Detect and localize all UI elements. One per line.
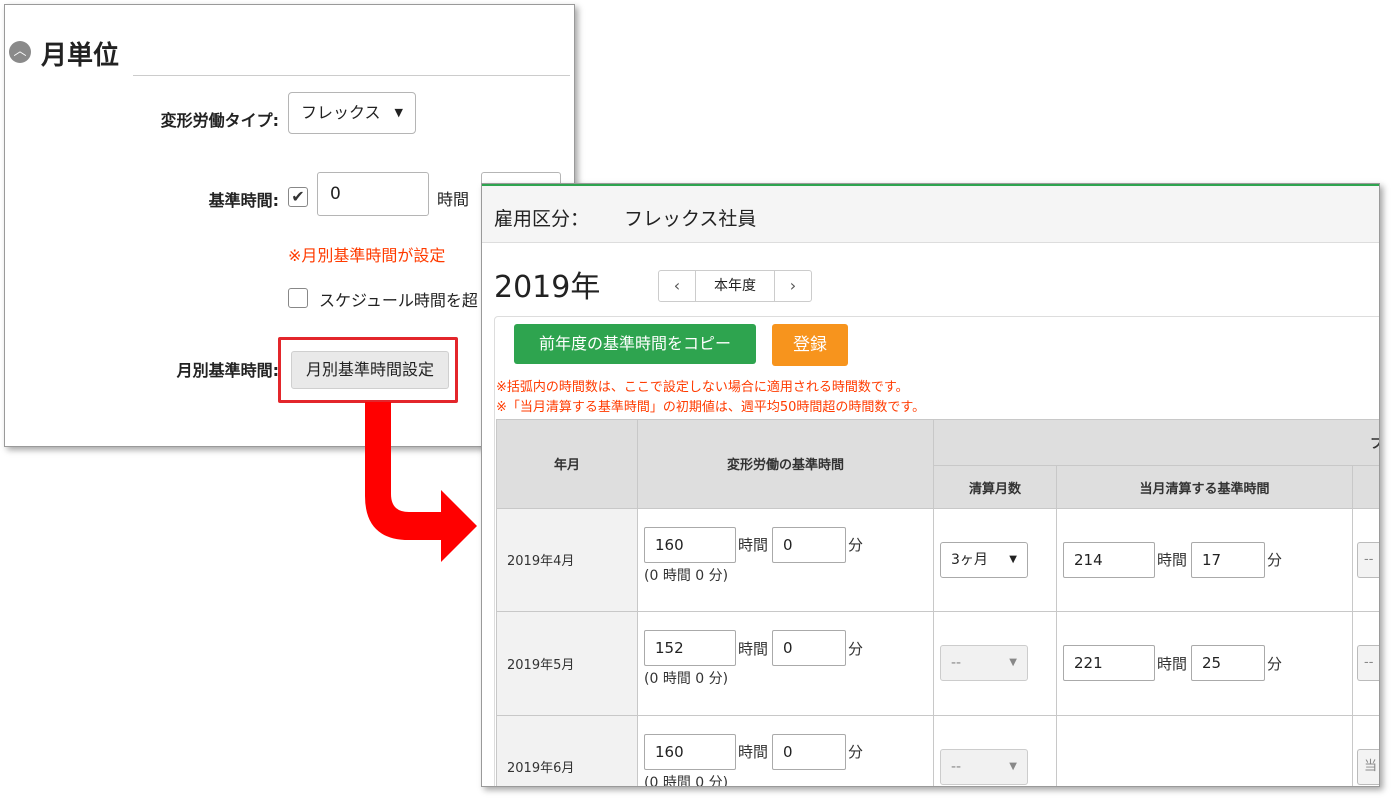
work-type-value: フレックス bbox=[301, 103, 381, 122]
warning-text: ※月別基準時間が設定 bbox=[288, 246, 446, 265]
chevron-up-icon[interactable]: ︿ bbox=[9, 41, 31, 63]
base-hours-input[interactable]: 160 bbox=[644, 526, 736, 563]
extra-select[interactable]: -- bbox=[1357, 541, 1379, 578]
settle-months-select: -- ▼ bbox=[940, 645, 1028, 682]
col-settle-base: 当月清算する基準時間 bbox=[1056, 465, 1353, 509]
settle-months-select: -- ▼ bbox=[940, 748, 1028, 785]
hour-unit: 時間 bbox=[738, 639, 769, 658]
table-row: 2019年4月 160 時間 0 分 (0 時間 0 分) 3ヶ月 ▼ 214 時間 17 分… bbox=[496, 507, 1379, 613]
work-type-select[interactable]: フレックス ▼ bbox=[288, 92, 416, 134]
hour-unit: 時間 bbox=[738, 743, 769, 762]
extra-select[interactable]: 当 bbox=[1357, 748, 1379, 785]
employment-value: フレックス社員 bbox=[624, 208, 757, 230]
monthly-base-time-dialog: 雇用区分： フレックス社員 2019年 ‹ 本年度 › 前年度の基準時間をコピー… bbox=[481, 183, 1380, 787]
minute-unit: 分 bbox=[1267, 551, 1283, 570]
section-header: ︿ 月単位 bbox=[5, 31, 570, 76]
row-extra-cell: 当 bbox=[1351, 714, 1379, 786]
row-settle-months-cell: -- ▼ bbox=[933, 714, 1057, 786]
default-time: (0 時間 0 分) bbox=[644, 774, 729, 787]
row-month: 2019年6月 bbox=[496, 714, 638, 786]
employment-label: 雇用区分： bbox=[494, 208, 590, 230]
col-base-time: 変形労働の基準時間 bbox=[637, 419, 934, 509]
base-minutes-input[interactable]: 0 bbox=[772, 630, 847, 667]
row-extra-cell: -- bbox=[1351, 507, 1379, 613]
schedule-checkbox-label: スケジュール時間を超 bbox=[319, 291, 478, 310]
work-type-label: 変形労働タイプ: bbox=[160, 111, 279, 130]
settle-minutes-input[interactable]: 25 bbox=[1191, 645, 1266, 682]
row-base-time-cell: 160 時間 0 分 (0 時間 0 分) bbox=[637, 714, 934, 787]
row-settle-base-cell: 221 時間 25 分 bbox=[1056, 611, 1353, 716]
caret-down-icon: ▼ bbox=[394, 106, 403, 119]
current-year-button[interactable]: 本年度 bbox=[695, 271, 775, 301]
base-time-table: 年月 変形労働の基準時間 フレ 清算月数 当月清算する基準時間 2019年4月 … bbox=[496, 418, 1379, 787]
col-extra bbox=[1351, 465, 1379, 509]
col-settle-months: 清算月数 bbox=[933, 465, 1057, 509]
row-settle-months-cell: 3ヶ月 ▼ bbox=[933, 507, 1057, 613]
year-navigation: ‹ 本年度 › bbox=[658, 270, 812, 302]
table-row: 2019年6月 160 時間 0 分 (0 時間 0 分) -- ▼ 当 bbox=[496, 714, 1379, 787]
base-minutes-input[interactable]: 0 bbox=[772, 526, 847, 563]
section-divider bbox=[133, 75, 570, 76]
hour-unit: 時間 bbox=[1157, 654, 1188, 673]
settle-minutes-input[interactable]: 17 bbox=[1191, 541, 1266, 578]
register-button[interactable]: 登録 bbox=[772, 324, 848, 366]
caret-down-icon: ▼ bbox=[1009, 657, 1017, 669]
caret-down-icon: ▼ bbox=[1009, 553, 1017, 565]
settle-months-value: -- bbox=[951, 655, 962, 672]
chevron-right-icon[interactable]: › bbox=[775, 271, 811, 301]
minute-unit: 分 bbox=[848, 743, 864, 762]
col-group-flex: フレ bbox=[932, 418, 1379, 467]
settle-months-value: -- bbox=[951, 758, 962, 775]
minute-unit: 分 bbox=[1267, 654, 1283, 673]
checkmark-icon: ✔ bbox=[291, 187, 305, 206]
base-hours-input[interactable]: 152 bbox=[644, 630, 736, 667]
minute-unit: 分 bbox=[848, 639, 864, 658]
base-minutes-input[interactable]: 0 bbox=[772, 733, 847, 770]
red-arrow-icon bbox=[365, 402, 477, 562]
copy-previous-year-button[interactable]: 前年度の基準時間をコピー bbox=[514, 324, 756, 364]
row-extra-cell: -- bbox=[1351, 611, 1379, 716]
minute-unit: 分 bbox=[848, 536, 864, 555]
employment-header: 雇用区分： フレックス社員 bbox=[482, 184, 1379, 243]
extra-select[interactable]: -- bbox=[1357, 645, 1379, 682]
chevron-left-icon[interactable]: ‹ bbox=[659, 271, 695, 301]
base-time-unit: 時間 bbox=[437, 190, 470, 209]
row-base-time-cell: 160 時間 0 分 (0 時間 0 分) bbox=[637, 507, 934, 613]
settle-months-select[interactable]: 3ヶ月 ▼ bbox=[940, 541, 1028, 578]
base-time-input[interactable]: 0 bbox=[317, 172, 429, 216]
table-row: 2019年5月 152 時間 0 分 (0 時間 0 分) -- ▼ 221 時間 25 分 … bbox=[496, 611, 1379, 716]
monthly-base-settings-button[interactable]: 月別基準時間設定 bbox=[291, 351, 449, 389]
base-time-checkbox[interactable]: ✔ bbox=[288, 187, 308, 207]
row-month: 2019年4月 bbox=[496, 507, 638, 613]
caret-down-icon: ▼ bbox=[1009, 760, 1017, 772]
settle-months-value: 3ヶ月 bbox=[951, 551, 988, 568]
row-base-time-cell: 152 時間 0 分 (0 時間 0 分) bbox=[637, 611, 934, 716]
note-line-2: ※「当月清算する基準時間」の初期値は、週平均50時間超の時間数です。 bbox=[496, 400, 926, 415]
year-title: 2019年 bbox=[494, 270, 601, 305]
note-line-1: ※括弧内の時間数は、ここで設定しない場合に適用される時間数です。 bbox=[496, 380, 909, 395]
hour-unit: 時間 bbox=[738, 536, 769, 555]
settle-hours-input[interactable]: 221 bbox=[1063, 645, 1155, 682]
schedule-checkbox[interactable] bbox=[288, 288, 308, 308]
row-settle-months-cell: -- ▼ bbox=[933, 611, 1057, 716]
hour-unit: 時間 bbox=[1157, 551, 1188, 570]
col-group-flex-label: フレ bbox=[1370, 437, 1379, 452]
monthly-base-label: 月別基準時間: bbox=[176, 361, 279, 380]
row-month: 2019年5月 bbox=[496, 611, 638, 716]
default-time: (0 時間 0 分) bbox=[644, 567, 729, 584]
base-hours-input[interactable]: 160 bbox=[644, 733, 736, 770]
col-year-month: 年月 bbox=[496, 419, 638, 509]
row-settle-base-cell bbox=[1056, 714, 1353, 786]
settle-hours-input[interactable]: 214 bbox=[1063, 541, 1155, 578]
section-title: 月単位 bbox=[41, 41, 120, 71]
row-settle-base-cell: 214 時間 17 分 bbox=[1056, 507, 1353, 613]
base-time-label: 基準時間: bbox=[208, 191, 279, 210]
default-time: (0 時間 0 分) bbox=[644, 671, 729, 688]
